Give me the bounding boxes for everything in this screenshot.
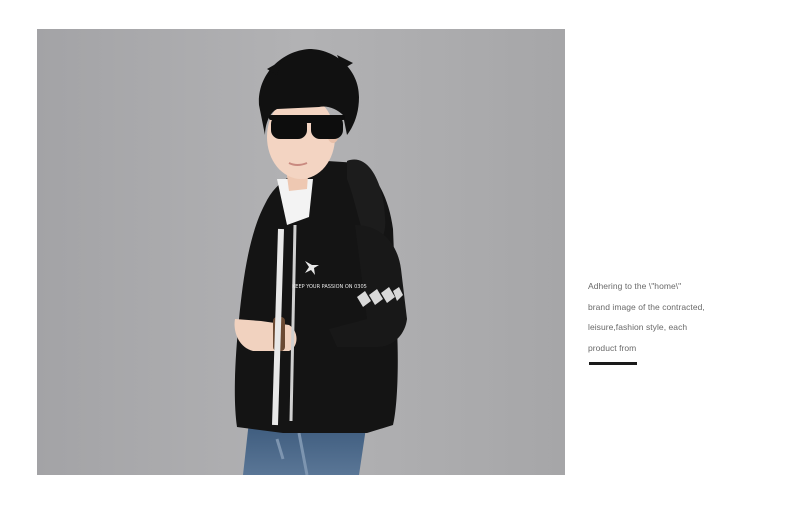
description-line: Adhering to the \"home\" <box>588 281 682 291</box>
product-photo-illustration: KEEP YOUR PASSION ON 0305 <box>37 29 565 475</box>
description-line: leisure,fashion style, each <box>588 322 688 332</box>
product-description: Adhering to the \"home\" brand image of … <box>588 276 778 358</box>
jacket-print-text: KEEP YOUR PASSION ON 0305 <box>292 284 367 290</box>
description-line: product from <box>588 342 637 353</box>
description-line: brand image of the contracted, <box>588 301 705 312</box>
accent-divider <box>589 362 637 365</box>
product-photo: KEEP YOUR PASSION ON 0305 <box>37 29 565 475</box>
